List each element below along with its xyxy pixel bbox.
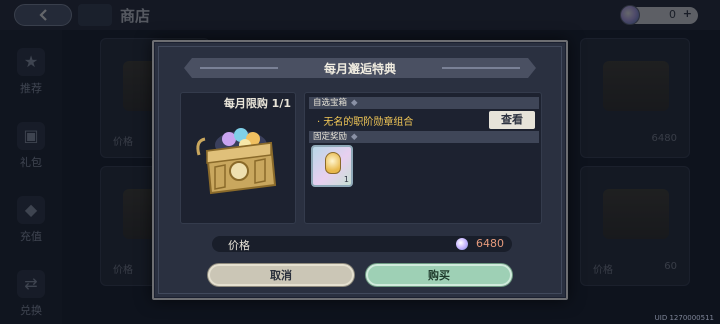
dialog-title-bar: 每月邂逅特典 (184, 58, 536, 78)
uid-label: UID 1270000511 (654, 314, 714, 322)
price-label: 价格 (228, 239, 250, 252)
price-bar: 价格 6480 (212, 236, 512, 252)
section-title: 固定奖励 (313, 132, 348, 142)
fixed-rewards-header: 固定奖励 ◆ (309, 131, 539, 143)
gem-icon (456, 238, 468, 250)
diamond-ornament-icon: ◆ (351, 132, 358, 142)
view-button[interactable]: 查看 (489, 111, 535, 129)
item-preview-panel: 每月限购 1/1 (180, 92, 296, 224)
selectable-box-header: 自选宝箱 ◆ (309, 97, 539, 109)
treasure-chest-icon (196, 128, 277, 195)
item-details-panel: 自选宝箱 ◆ · 无名的职阶勋章组合 查看 固定奖励 ◆ 1 (304, 92, 542, 224)
section-title: 自选宝箱 (313, 98, 348, 108)
buy-button[interactable]: 购买 (366, 264, 512, 286)
selectable-item-name: · 无名的职阶勋章组合 (317, 117, 414, 128)
dialog-title: 每月邂逅特典 (323, 62, 396, 76)
lantern-icon (325, 152, 341, 174)
purchase-limit: 每月限购 1/1 (223, 97, 291, 110)
reward-item-slot[interactable]: 1 (311, 145, 353, 187)
price-value: 6480 (476, 237, 504, 250)
purchase-dialog: 每月邂逅特典 每月限购 1/1 自选宝箱 ◆ · 无名的职阶勋章组合 查看 固定奖… (152, 40, 568, 300)
diamond-ornament-icon: ◆ (351, 98, 358, 108)
cancel-button[interactable]: 取消 (208, 264, 354, 286)
reward-quantity: 1 (343, 175, 349, 184)
